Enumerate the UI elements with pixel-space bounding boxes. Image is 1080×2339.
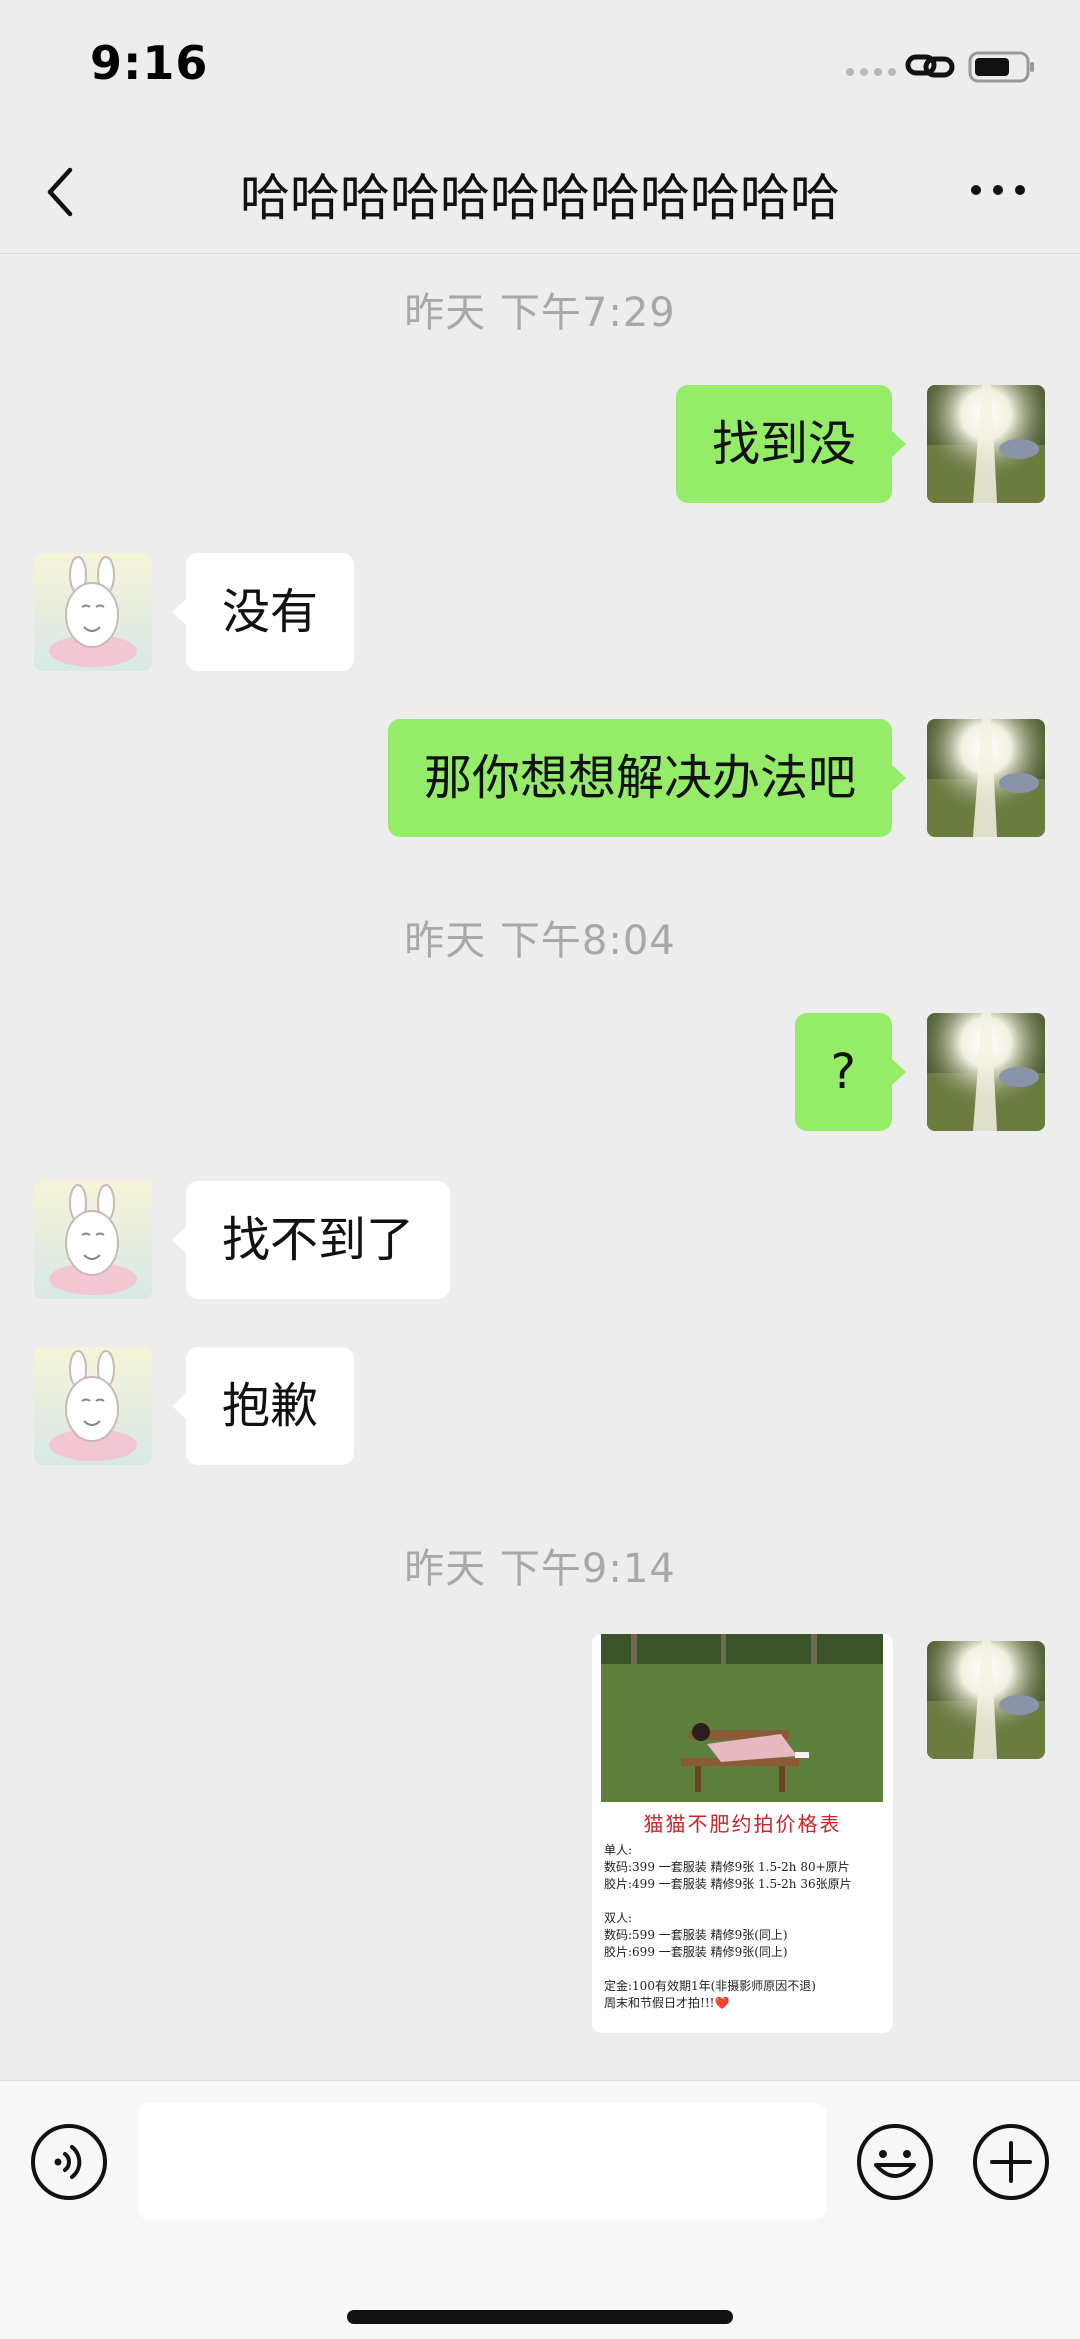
message-input[interactable] [138,2103,826,2219]
my-avatar[interactable] [927,1013,1045,1131]
my-avatar[interactable] [927,385,1045,503]
poster-line: 定金:100有效期1年(非摄影师原因不退) [604,1979,816,1993]
chevron-left-icon[interactable] [42,162,82,222]
battery-icon [968,51,1034,83]
my-avatar[interactable] [927,719,1045,837]
emoji-icon[interactable] [856,2123,934,2201]
signal-icon [846,68,896,76]
outgoing-message[interactable]: 找到没 [675,385,907,503]
poster-text: 单人: 数码:399 一套服装 精修9张 1.5-2h 80+原片 胶片:499… [604,1842,889,2012]
poster-line: 胶片:499 一套服装 精修9张 1.5-2h 36张原片 [604,1877,852,1891]
poster-line: 数码:399 一套服装 精修9张 1.5-2h 80+原片 [604,1860,850,1874]
timestamp: 昨天 下午9:14 [404,1546,676,1592]
poster-title: 猫猫不肥约拍价格表 [643,1812,842,1836]
voice-icon[interactable] [30,2123,108,2201]
outgoing-message[interactable]: 那你想想解决办法吧 [387,719,907,837]
incoming-message[interactable]: 抱歉 [171,1347,355,1465]
plus-icon[interactable] [972,2123,1050,2201]
image-message[interactable]: 猫猫不肥约拍价格表 单人: 数码:399 一套服装 精修9张 1.5-2h 80… [592,1634,893,2033]
poster-line: 胶片:699 一套服装 精修9张(同上) [604,1945,788,1959]
status-bar: 9:16 [0,0,1080,130]
chat-screen: 9:16 哈哈哈哈哈哈哈哈哈哈哈哈 昨天 下午7:29 找到没 没有 那你想想解… [0,0,1080,2339]
chat-title: 哈哈哈哈哈哈哈哈哈哈哈哈 [240,169,840,227]
more-dots-icon[interactable] [968,170,1028,210]
poster-line: 周末和节假日才拍!!!❤️ [604,1996,730,2010]
timestamp: 昨天 下午8:04 [404,918,676,964]
link-icon [905,54,955,78]
contact-avatar[interactable] [34,1181,152,1299]
incoming-message[interactable]: 没有 [171,553,355,671]
poster-line: 双人: [604,1911,633,1925]
home-indicator[interactable] [347,2310,733,2324]
nav-bar: 哈哈哈哈哈哈哈哈哈哈哈哈 [0,130,1080,254]
outgoing-message[interactable]: ? [794,1013,907,1131]
chat-area[interactable]: 昨天 下午7:29 找到没 没有 那你想想解决办法吧 昨天 下午8:04 ? 找… [0,254,1080,2080]
timestamp: 昨天 下午7:29 [404,290,676,336]
poster-line: 单人: [604,1843,633,1857]
status-time: 9:16 [90,36,209,90]
input-bar [0,2080,1080,2339]
contact-avatar[interactable] [34,1347,152,1465]
my-avatar[interactable] [927,1641,1045,1759]
poster-line: 数码:599 一套服装 精修9张(同上) [604,1928,788,1942]
poster-photo [601,1634,883,1802]
contact-avatar[interactable] [34,553,152,671]
incoming-message[interactable]: 找不到了 [171,1181,451,1299]
